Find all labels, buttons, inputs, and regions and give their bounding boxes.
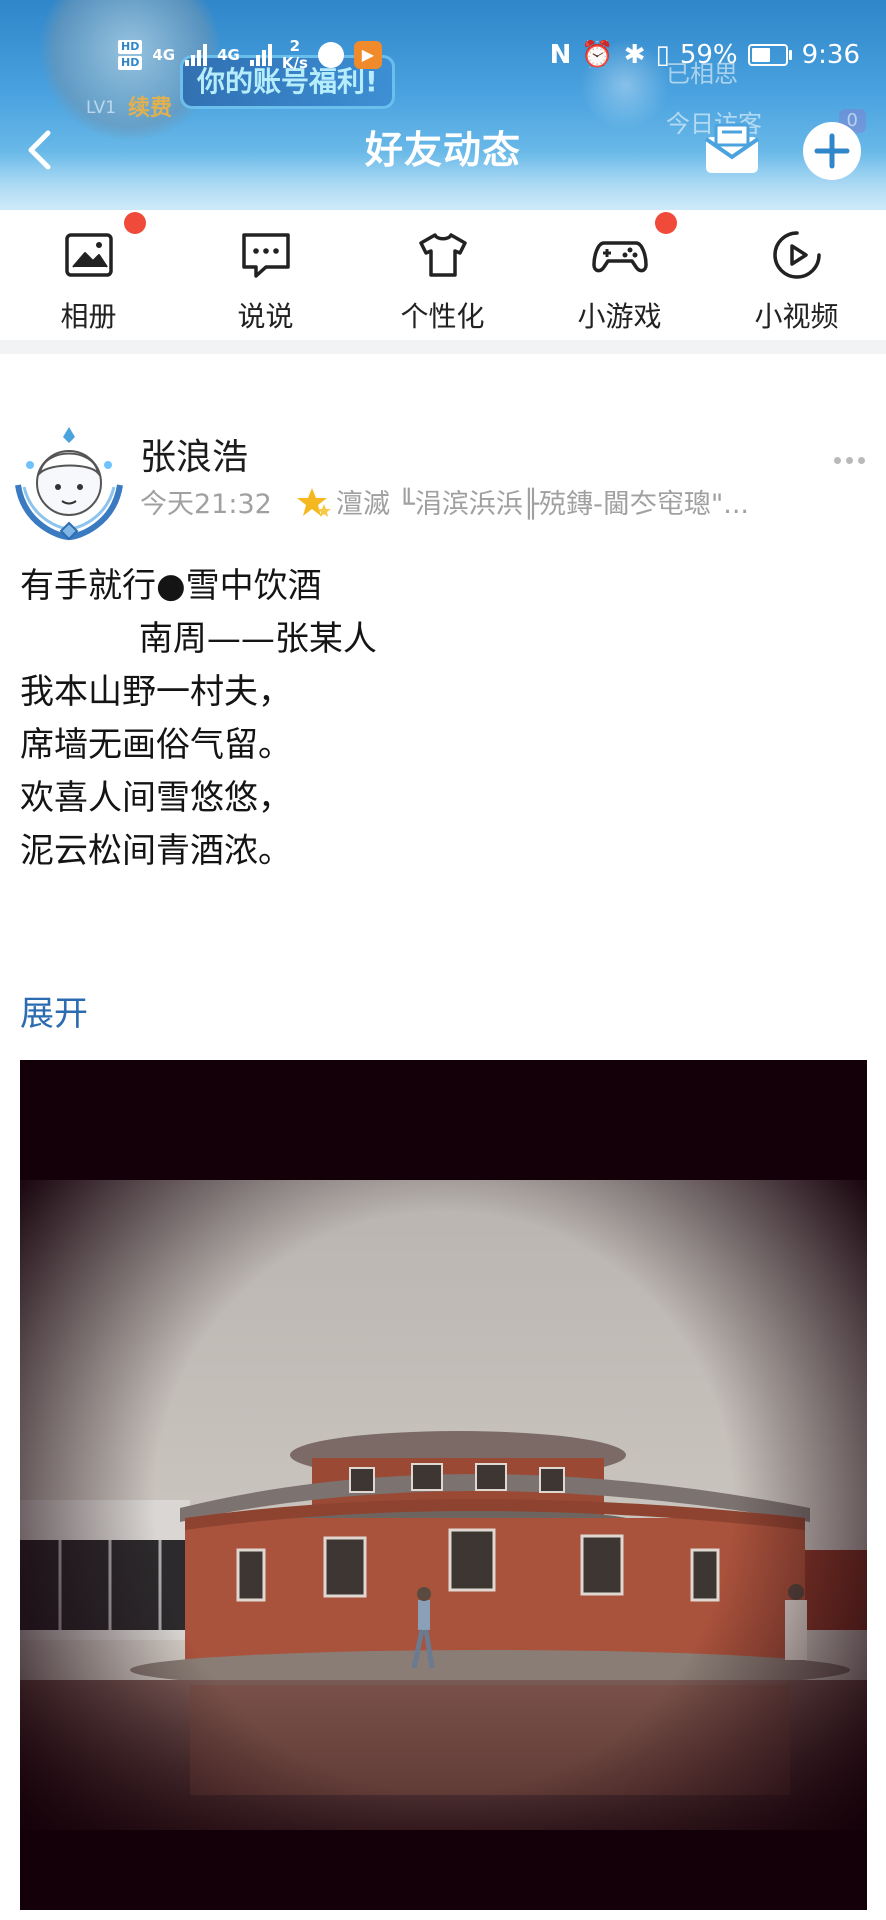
profile-header: 你的账号福利! 续费 LV1 已相思 今日访客 0 HD HD 4G 4G 2 … (0, 0, 886, 210)
more-options-button[interactable] (834, 450, 874, 470)
network-type: 4G (152, 46, 176, 64)
network-speed: 2 K/s (282, 38, 308, 72)
add-post-button[interactable] (803, 122, 861, 180)
chevron-left-icon (28, 130, 51, 170)
hd-badge: HD (118, 56, 143, 70)
messages-button[interactable] (702, 123, 762, 177)
section-divider (0, 340, 886, 354)
shortcut-mood[interactable]: 说说 (177, 210, 354, 340)
envelope-icon (704, 123, 760, 173)
back-button[interactable] (18, 125, 68, 175)
author-name[interactable]: 张浪浩 (140, 428, 248, 480)
avatar-image (15, 427, 123, 541)
notification-dot (655, 212, 677, 234)
gamepad-icon (591, 241, 648, 273)
vibrate-icon: ▯ (655, 40, 670, 70)
alarm-icon: ⏰ (581, 40, 614, 70)
speed-unit: K/s (281, 54, 308, 72)
network-type: 4G (217, 46, 240, 64)
status-left: HD HD 4G 4G 2 K/s ▶ (118, 30, 382, 80)
battery-percent: 59% (679, 40, 738, 70)
photo-album-icon (64, 233, 113, 277)
battery-icon (747, 44, 792, 66)
shortcut-label: 个性化 (400, 300, 485, 333)
signal-icon (249, 44, 272, 66)
more-dot (834, 456, 841, 464)
author-avatar[interactable] (10, 425, 128, 543)
hd-badge: HD (118, 40, 143, 54)
speed-value: 2 (289, 37, 301, 55)
tshirt-icon (418, 233, 467, 277)
more-dot (858, 456, 865, 464)
shortcut-label: 说说 (237, 300, 294, 333)
signal-icon (185, 44, 208, 66)
post-header: 张浪浩 今天21:32 澶滅 ╙涓滨浜浜╟殑鏄-閫冭窀璁"... (0, 420, 886, 543)
shortcut-games[interactable]: 小游戏 (531, 210, 708, 340)
bluetooth-icon: ✱ (623, 40, 646, 70)
battery-fill (751, 48, 771, 62)
video-play-icon (772, 231, 821, 279)
shortcut-label: 小游戏 (577, 300, 662, 333)
notification-dot (124, 212, 146, 234)
clock: 9:36 (801, 40, 860, 70)
device-text: 澶滅 ╙涓滨浜浜╟殑鏄-閫冭窀璁"... (336, 489, 750, 520)
hd-badges: HD HD (118, 40, 143, 70)
shortcut-personalize[interactable]: 个性化 (354, 210, 531, 340)
chat-bubble-icon (241, 233, 290, 278)
shortcut-label: 小视频 (754, 300, 839, 333)
expand-link[interactable]: 展开 (20, 986, 88, 1035)
shortcut-bar: 相册 说说 个性化 小游戏 小视频 (0, 210, 886, 340)
post-content: 有手就行●雪中饮酒 南周——张某人 我本山野一村夫， 席墙无画俗气留。 欢喜人间… (20, 566, 377, 871)
post-device: 澶滅 ╙涓滨浜浜╟殑鏄-閫冭窀璁"... (296, 482, 749, 521)
shortcut-short-video[interactable]: 小视频 (708, 210, 885, 340)
nfc-icon: N (549, 40, 572, 70)
shortcut-label: 相册 (60, 300, 117, 333)
plus-icon (814, 133, 850, 169)
video-app-icon: ▶ (353, 41, 382, 69)
status-right: N ⏰ ✱ ▯ 59% 9:36 (550, 30, 860, 80)
star-icon (297, 487, 331, 517)
post-photo[interactable] (20, 1060, 867, 1910)
more-dot (846, 456, 853, 464)
post-time: 今天21:32 (140, 489, 272, 520)
status-bar: HD HD 4G 4G 2 K/s ▶ N ⏰ ✱ ▯ 59% 9:36 (0, 30, 886, 80)
shortcut-album[interactable]: 相册 (0, 210, 177, 340)
photo-round-building (20, 1060, 867, 1910)
app-notification-icon (317, 42, 344, 68)
nav-bar: 好友动态 (0, 115, 886, 185)
